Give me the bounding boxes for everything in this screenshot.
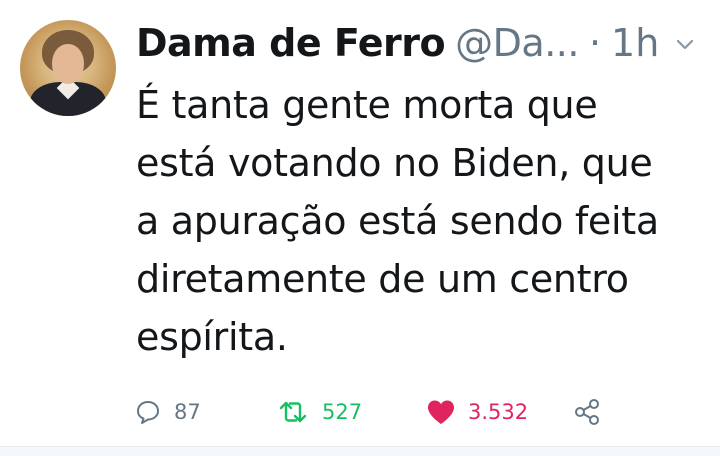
like-button[interactable]: 3.532 xyxy=(426,394,528,430)
tweet-text-line: espírita. xyxy=(136,315,288,359)
tweet-text-line: É tanta gente morta que xyxy=(136,83,598,127)
separator-dot: · xyxy=(588,21,602,65)
share-button[interactable] xyxy=(572,394,602,430)
feed-background xyxy=(0,447,720,456)
speech-bubble-icon xyxy=(137,401,159,424)
retweet-count: 527 xyxy=(322,400,363,424)
tweet-actions: 87 527 3.532 xyxy=(134,394,614,430)
tweet-text-line: a apuração está sendo feita xyxy=(136,199,659,243)
tweet-text-line: está votando no Biden, que xyxy=(136,141,653,185)
share-icon xyxy=(575,399,599,425)
author-name[interactable]: Dama de Ferro xyxy=(136,21,446,65)
tweet-text-line: diretamente de um centro xyxy=(136,257,629,301)
tweet-text: É tanta gente morta que está votando no … xyxy=(136,76,711,366)
like-count: 3.532 xyxy=(468,400,529,424)
tweet-card[interactable]: Dama de Ferro @Da... · 1h É tanta gente … xyxy=(0,0,720,446)
avatar[interactable] xyxy=(20,20,116,116)
chevron-down-icon[interactable] xyxy=(674,33,696,55)
tweet-header: Dama de Ferro @Da... · 1h xyxy=(136,16,659,70)
tweet-time[interactable]: 1h xyxy=(611,21,659,65)
retweet-arrows-icon xyxy=(279,401,307,423)
avatar-face xyxy=(52,44,84,84)
heart-icon xyxy=(428,400,454,424)
reply-button[interactable]: 87 xyxy=(134,394,201,430)
retweet-button[interactable]: 527 xyxy=(276,394,362,430)
author-handle[interactable]: @Da... xyxy=(455,21,579,65)
reply-count: 87 xyxy=(174,400,201,424)
